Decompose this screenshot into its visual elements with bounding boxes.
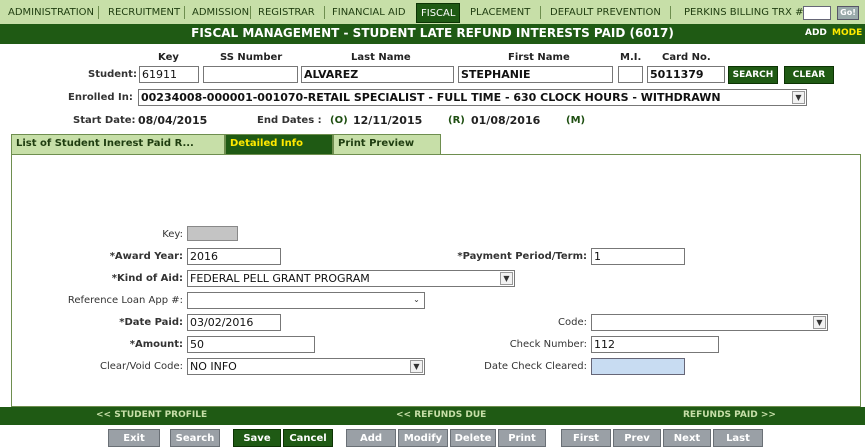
nav-perkins-billing[interactable]: PERKINS BILLING	[680, 5, 773, 21]
clear-void-select[interactable]: NO INFO ▼	[187, 358, 425, 375]
key-field	[187, 226, 238, 241]
refunds-due-link[interactable]: << REFUNDS DUE	[396, 410, 486, 420]
start-date-label: Start Date:	[73, 115, 136, 126]
payment-period-input[interactable]: 1	[591, 248, 685, 265]
m-end-label: (M)	[566, 115, 586, 126]
date-paid-label: *Date Paid:	[119, 317, 183, 328]
date-paid-input[interactable]: 03/02/2016	[187, 314, 281, 331]
key-field-label: Key:	[162, 229, 183, 240]
enrolled-select[interactable]: 00234008-000001-001070-RETAIL SPECIALIST…	[138, 89, 807, 106]
reference-loan-label: Reference Loan App #:	[67, 295, 183, 306]
student-profile-link[interactable]: << STUDENT PROFILE	[96, 410, 207, 420]
amount-label: *Amount:	[129, 339, 183, 350]
ss-number-input[interactable]	[203, 66, 298, 83]
nav-separator	[184, 6, 185, 19]
payment-period-label: *Payment Period/Term:	[457, 251, 587, 262]
title-bar: FISCAL MANAGEMENT - STUDENT LATE REFUND …	[0, 24, 865, 44]
revised-end-label: (R)	[448, 115, 465, 126]
clear-void-value: NO INFO	[190, 360, 237, 373]
nav-financial-aid[interactable]: FINANCIAL AID	[328, 5, 410, 21]
original-end-value: 12/11/2015	[353, 114, 423, 127]
nav-default-prevention[interactable]: DEFAULT PREVENTION	[546, 5, 665, 21]
key-header: Key	[158, 52, 179, 63]
first-button[interactable]: First	[561, 429, 611, 447]
clear-void-label: Clear/Void Code:	[100, 361, 183, 372]
first-name-input[interactable]: STEPHANIE	[458, 66, 613, 83]
enrolled-label: Enrolled In:	[68, 92, 133, 103]
search-button[interactable]: Search	[170, 429, 220, 447]
chevron-down-icon: ▼	[500, 272, 513, 285]
nav-administration[interactable]: ADMINISTRATION	[4, 5, 98, 21]
chevron-down-icon: ▼	[410, 360, 423, 373]
nav-fiscal[interactable]: FISCAL	[416, 3, 461, 23]
student-key-input[interactable]: 61911	[139, 66, 199, 83]
date-check-cleared-label: Date Check Cleared:	[484, 361, 587, 372]
nav-separator	[250, 6, 251, 19]
page-title: FISCAL MANAGEMENT - STUDENT LATE REFUND …	[191, 26, 674, 40]
go-button[interactable]: Go!	[837, 6, 859, 20]
ss-header: SS Number	[220, 52, 283, 63]
tab-print-preview[interactable]: Print Preview	[333, 134, 441, 154]
chevron-down-icon: ▼	[792, 91, 805, 104]
modify-button[interactable]: Modify	[398, 429, 448, 447]
next-button[interactable]: Next	[663, 429, 711, 447]
first-name-header: First Name	[508, 52, 570, 63]
last-button[interactable]: Last	[713, 429, 763, 447]
start-date-value: 08/04/2015	[138, 114, 208, 127]
save-button[interactable]: Save	[233, 429, 281, 447]
delete-button[interactable]: Delete	[450, 429, 496, 447]
reference-loan-select[interactable]: ⌄	[187, 292, 425, 309]
amount-input[interactable]: 50	[187, 336, 315, 353]
top-nav: ADMINISTRATION RECRUITMENT ADMISSION REG…	[0, 0, 865, 25]
chevron-down-icon: ▼	[813, 316, 826, 329]
mi-header: M.I.	[620, 52, 642, 63]
card-header: Card No.	[662, 52, 711, 63]
print-button[interactable]: Print	[498, 429, 546, 447]
award-year-input[interactable]: 2016	[187, 248, 281, 265]
nav-registrar[interactable]: REGISTRAR	[254, 5, 319, 21]
last-name-input[interactable]: ALVAREZ	[301, 66, 454, 83]
kind-of-aid-select[interactable]: FEDERAL PELL GRANT PROGRAM ▼	[187, 270, 515, 287]
nav-recruitment[interactable]: RECRUITMENT	[104, 5, 184, 21]
trx-input[interactable]	[803, 6, 831, 20]
tab-list-interest-paid[interactable]: List of Student Inerest Paid R...	[11, 134, 225, 154]
code-select[interactable]: ▼	[591, 314, 828, 331]
chevron-down-icon: ⌄	[413, 295, 420, 304]
enrolled-value: 00234008-000001-001070-RETAIL SPECIALIST…	[141, 91, 721, 104]
original-end-label: (O)	[330, 115, 348, 126]
nav-admission[interactable]: ADMISSION	[188, 5, 253, 21]
add-button[interactable]: Add	[346, 429, 396, 447]
award-year-label: *Award Year:	[109, 251, 183, 262]
nav-separator	[98, 6, 99, 19]
code-label: Code:	[558, 317, 587, 328]
clear-student-button[interactable]: CLEAR	[784, 66, 834, 84]
card-number-input[interactable]: 5011379	[647, 66, 725, 83]
revised-end-value: 01/08/2016	[471, 114, 541, 127]
exit-button[interactable]: Exit	[108, 429, 160, 447]
check-number-input[interactable]: 112	[591, 336, 719, 353]
nav-separator	[540, 6, 541, 19]
refunds-paid-link[interactable]: REFUNDS PAID >>	[683, 410, 776, 420]
nav-separator	[670, 6, 671, 19]
prev-button[interactable]: Prev	[613, 429, 661, 447]
nav-placement[interactable]: PLACEMENT	[466, 5, 534, 21]
nav-separator	[324, 6, 325, 19]
trx-label: TRX #:	[772, 7, 807, 18]
mode-label: MODE	[832, 28, 863, 38]
date-check-cleared-input[interactable]	[591, 358, 685, 375]
footer-nav: << STUDENT PROFILE << REFUNDS DUE REFUND…	[0, 407, 865, 425]
kind-of-aid-value: FEDERAL PELL GRANT PROGRAM	[190, 272, 370, 285]
cancel-button[interactable]: Cancel	[283, 429, 333, 447]
kind-of-aid-label: *Kind of Aid:	[111, 273, 183, 284]
end-dates-label: End Dates :	[257, 115, 322, 126]
tab-detailed-info[interactable]: Detailed Info	[225, 134, 333, 154]
add-mode-label: ADD	[805, 28, 827, 38]
mi-input[interactable]	[618, 66, 643, 83]
check-number-label: Check Number:	[509, 339, 587, 350]
student-label: Student:	[88, 69, 137, 80]
last-name-header: Last Name	[351, 52, 411, 63]
search-student-button[interactable]: SEARCH	[728, 66, 778, 84]
